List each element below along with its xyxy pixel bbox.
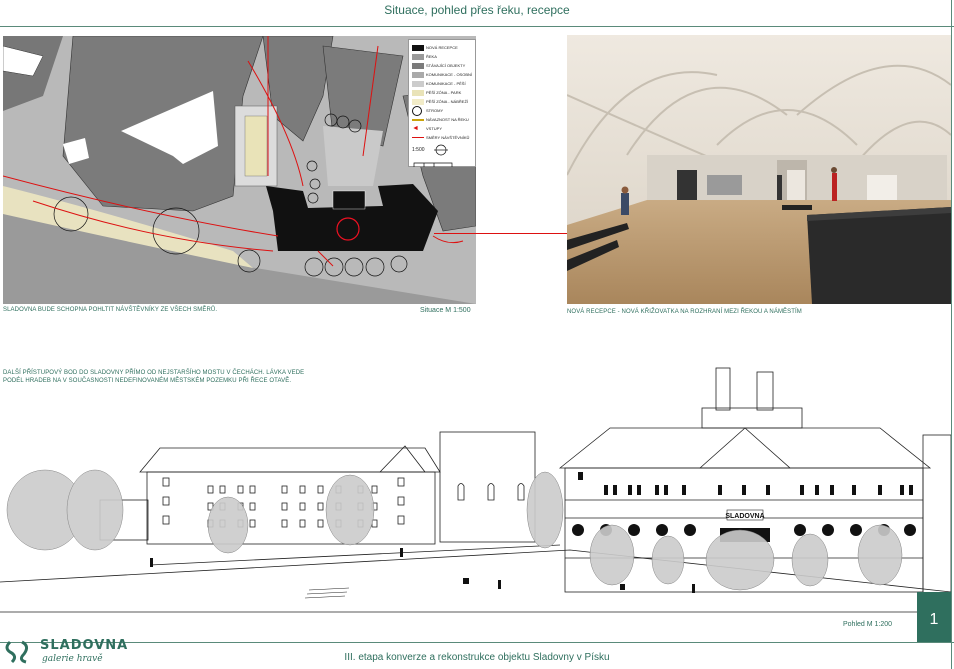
- legend-item: KOMUNIKACE - OSOBNÍ: [426, 72, 473, 77]
- legend-item: VSTUPY: [426, 126, 443, 131]
- scale-bar-icon: [413, 162, 453, 167]
- arrow-left-icon: ◄: [412, 125, 419, 132]
- building-sign: SLADOVNA: [725, 513, 764, 520]
- north-arrow-icon: [433, 144, 448, 156]
- legend-item: NOVÁ RECEPCE: [426, 45, 458, 50]
- sladovna-logo-icon: [5, 640, 29, 664]
- connector-line: [434, 233, 568, 234]
- site-plan-scale: Situace M 1:500: [420, 307, 471, 314]
- logo-subtitle: galerie hravě: [42, 654, 103, 664]
- page-title: Situace, pohled přes řeku, recepce: [384, 3, 570, 17]
- legend-item: PĚŠÍ ZÓNA - NÁBŘEŽÍ: [426, 99, 469, 104]
- site-plan-drawing: [3, 36, 476, 304]
- legend-item: KOMUNIKACE - PĚŠÍ: [426, 81, 466, 86]
- legend: NOVÁ RECEPCE ŘEKA STÁVAJÍCÍ OBJEKTY KOMU…: [408, 39, 476, 167]
- legend-item: NÁVAZNOST NA ŘEKU: [426, 117, 469, 122]
- page-number: 1: [917, 592, 951, 642]
- header-rule: [0, 26, 954, 27]
- elevation-drawing: SLADOVNA: [0, 367, 951, 613]
- legend-item: STROMY: [426, 108, 444, 113]
- interior-render-drawing: [567, 35, 951, 304]
- footer-rule: [0, 642, 954, 643]
- interior-render: [567, 35, 951, 304]
- logo: SLADOVNA galerie hravě: [4, 636, 127, 668]
- legend-item: PĚŠÍ ZÓNA - PARK: [426, 90, 462, 95]
- footer-title: III. etapa konverze a rekonstrukce objek…: [344, 652, 610, 663]
- logo-name: SLADOVNA: [40, 638, 129, 653]
- elevation-scale: Pohled M 1:200: [843, 621, 893, 628]
- elevation: SLADOVNA: [0, 360, 951, 622]
- legend-item: SMĚRY NÁVŠTĚVNÍKŮ: [426, 135, 470, 140]
- right-border: [951, 0, 952, 669]
- interior-caption: NOVÁ RECEPCE - NOVÁ KŘIŽOVATKA NA ROZHRA…: [567, 309, 802, 315]
- site-plan-caption: SLADOVNA BUDE SCHOPNA POHLTIT NÁVŠTĚVNÍK…: [3, 307, 218, 313]
- site-plan: NOVÁ RECEPCE ŘEKA STÁVAJÍCÍ OBJEKTY KOMU…: [3, 36, 476, 304]
- legend-item: ŘEKA: [426, 54, 437, 59]
- legend-scale: 1:500: [412, 147, 425, 153]
- legend-item: STÁVAJÍCÍ OBJEKTY: [426, 63, 466, 68]
